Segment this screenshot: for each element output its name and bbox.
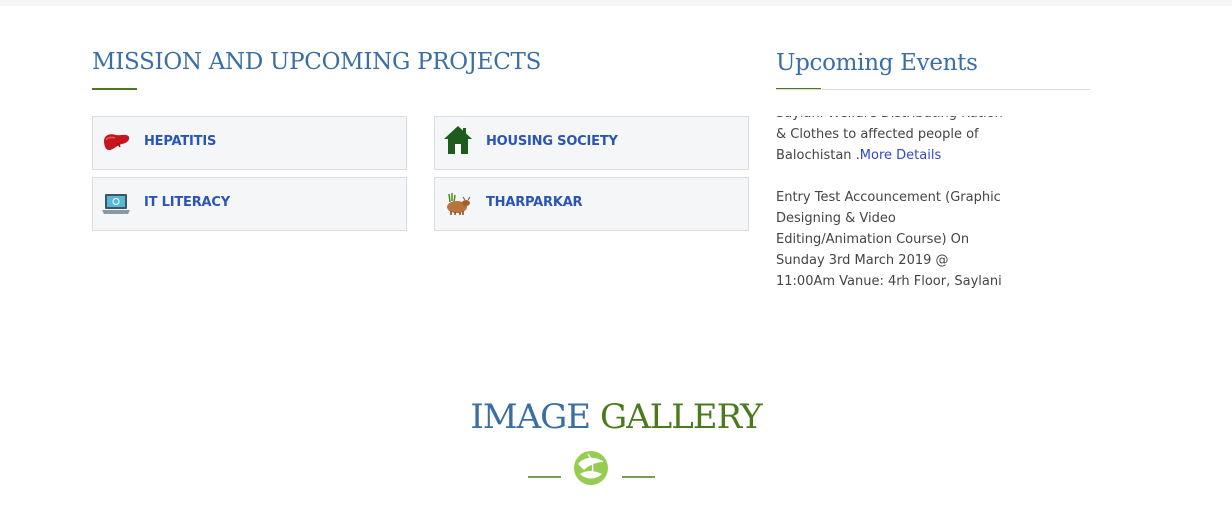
leaf-globe-icon <box>574 451 608 485</box>
event-more-details-link[interactable]: More Details <box>860 148 941 163</box>
project-card-housing-society[interactable]: HOUSING SOCIETY <box>434 116 749 170</box>
project-label-housing-society: HOUSING SOCIETY <box>486 134 618 149</box>
project-card-it-literacy[interactable]: IT LITERACY <box>92 177 407 231</box>
liver-icon <box>101 129 131 157</box>
event-text: Entry Test Accouncement (Graphic Designi… <box>776 190 1002 296</box>
gallery-title-part1: IMAGE <box>470 397 591 437</box>
project-card-tharparkar[interactable]: THARPARKAR <box>434 177 749 231</box>
mission-title-underline <box>92 88 137 90</box>
events-marquee[interactable]: Saylani Welfare Distributing Ration & Cl… <box>776 116 1016 296</box>
events-scroller: Saylani Welfare Distributing Ration & Cl… <box>776 116 1016 296</box>
events-section-title: Upcoming Events <box>776 50 978 76</box>
events-title-rule <box>776 89 1090 90</box>
house-icon <box>443 124 473 154</box>
project-label-hepatitis: HEPATITIS <box>144 134 217 149</box>
event-item: Entry Test Accouncement (Graphic Designi… <box>776 187 1004 296</box>
laptop-icon <box>101 190 131 218</box>
mission-section-title: MISSION AND UPCOMING PROJECTS <box>92 49 542 75</box>
gallery-title: IMAGE GALLERY <box>0 397 1232 437</box>
top-strip <box>0 0 1232 6</box>
gallery-ornament <box>528 450 656 486</box>
event-item: Saylani Welfare Distributing Ration & Cl… <box>776 116 1004 166</box>
cattle-icon <box>443 190 473 218</box>
gallery-title-part2: GALLERY <box>599 397 763 437</box>
project-label-it-literacy: IT LITERACY <box>144 195 230 210</box>
projects-grid: HEPATITIS HOUSING SOCIETY IT LITERACY TH… <box>92 116 749 231</box>
project-card-hepatitis[interactable]: HEPATITIS <box>92 116 407 170</box>
project-label-tharparkar: THARPARKAR <box>486 195 583 210</box>
